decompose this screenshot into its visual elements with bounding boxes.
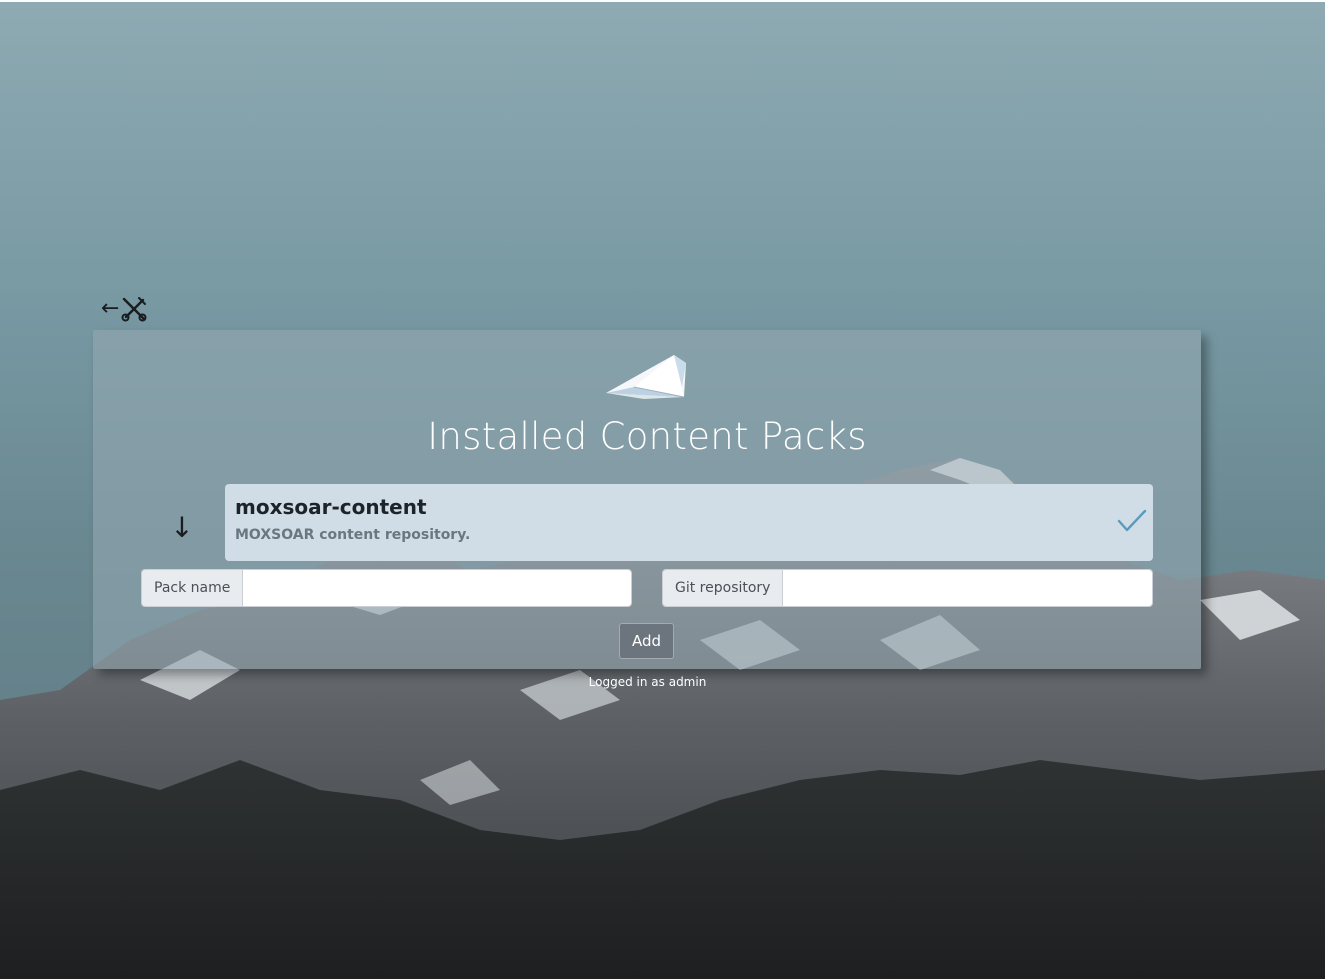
paper-plane-logo	[606, 355, 686, 399]
checkmark-icon	[1117, 509, 1147, 532]
wrench-screwdriver-icon	[121, 297, 147, 322]
pack-name-input[interactable]	[243, 570, 631, 606]
git-repository-input[interactable]	[783, 570, 1152, 606]
git-repository-input-group: Git repository	[662, 569, 1153, 607]
logged-in-status: Logged in as admin	[588, 675, 707, 689]
git-repository-label: Git repository	[663, 570, 784, 606]
pack-name-label: Pack name	[142, 570, 244, 606]
pack-description: MOXSOAR content repository.	[235, 527, 471, 543]
content-pack-item[interactable]: moxsoar-content MOXSOAR content reposito…	[225, 484, 1153, 561]
page-title: Installed Content Packs	[427, 415, 867, 458]
add-button[interactable]: Add	[619, 623, 674, 659]
pack-name-input-group: Pack name	[141, 569, 632, 607]
window-top-border	[0, 0, 1325, 2]
back-arrow-icon: ←	[101, 296, 120, 321]
arrow-down-icon[interactable]: ↓	[167, 510, 197, 546]
pack-name: moxsoar-content	[235, 495, 427, 519]
back-to-settings-link[interactable]: ←	[101, 295, 147, 323]
content-packs-panel: Installed Content Packs ↓ moxsoar-conten…	[93, 330, 1201, 669]
